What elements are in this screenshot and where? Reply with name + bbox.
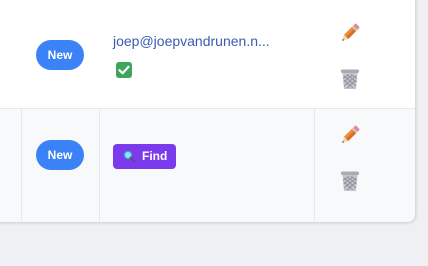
find-button-label: Find <box>142 149 168 163</box>
status-badge: New <box>36 140 84 170</box>
pencil-icon <box>342 23 360 41</box>
check-box-icon <box>116 62 132 78</box>
delete-button[interactable] <box>338 67 362 91</box>
contacts-table: New joep@joepvandrunen.n... New Find <box>0 0 415 222</box>
column-divider <box>99 109 100 222</box>
edit-button[interactable] <box>338 123 362 147</box>
delete-button[interactable] <box>338 169 362 193</box>
table-row: New Find <box>0 109 415 222</box>
pencil-icon <box>342 125 360 143</box>
email-link[interactable]: joep@joepvandrunen.n... <box>113 33 270 49</box>
column-divider <box>314 109 315 222</box>
column-divider <box>21 109 22 222</box>
find-button[interactable]: Find <box>113 144 176 169</box>
wastebasket-icon <box>341 69 359 89</box>
table-row: New joep@joepvandrunen.n... <box>0 0 415 108</box>
edit-button[interactable] <box>338 21 362 45</box>
magnifier-icon <box>123 150 135 162</box>
status-badge: New <box>36 40 84 70</box>
wastebasket-icon <box>341 171 359 191</box>
